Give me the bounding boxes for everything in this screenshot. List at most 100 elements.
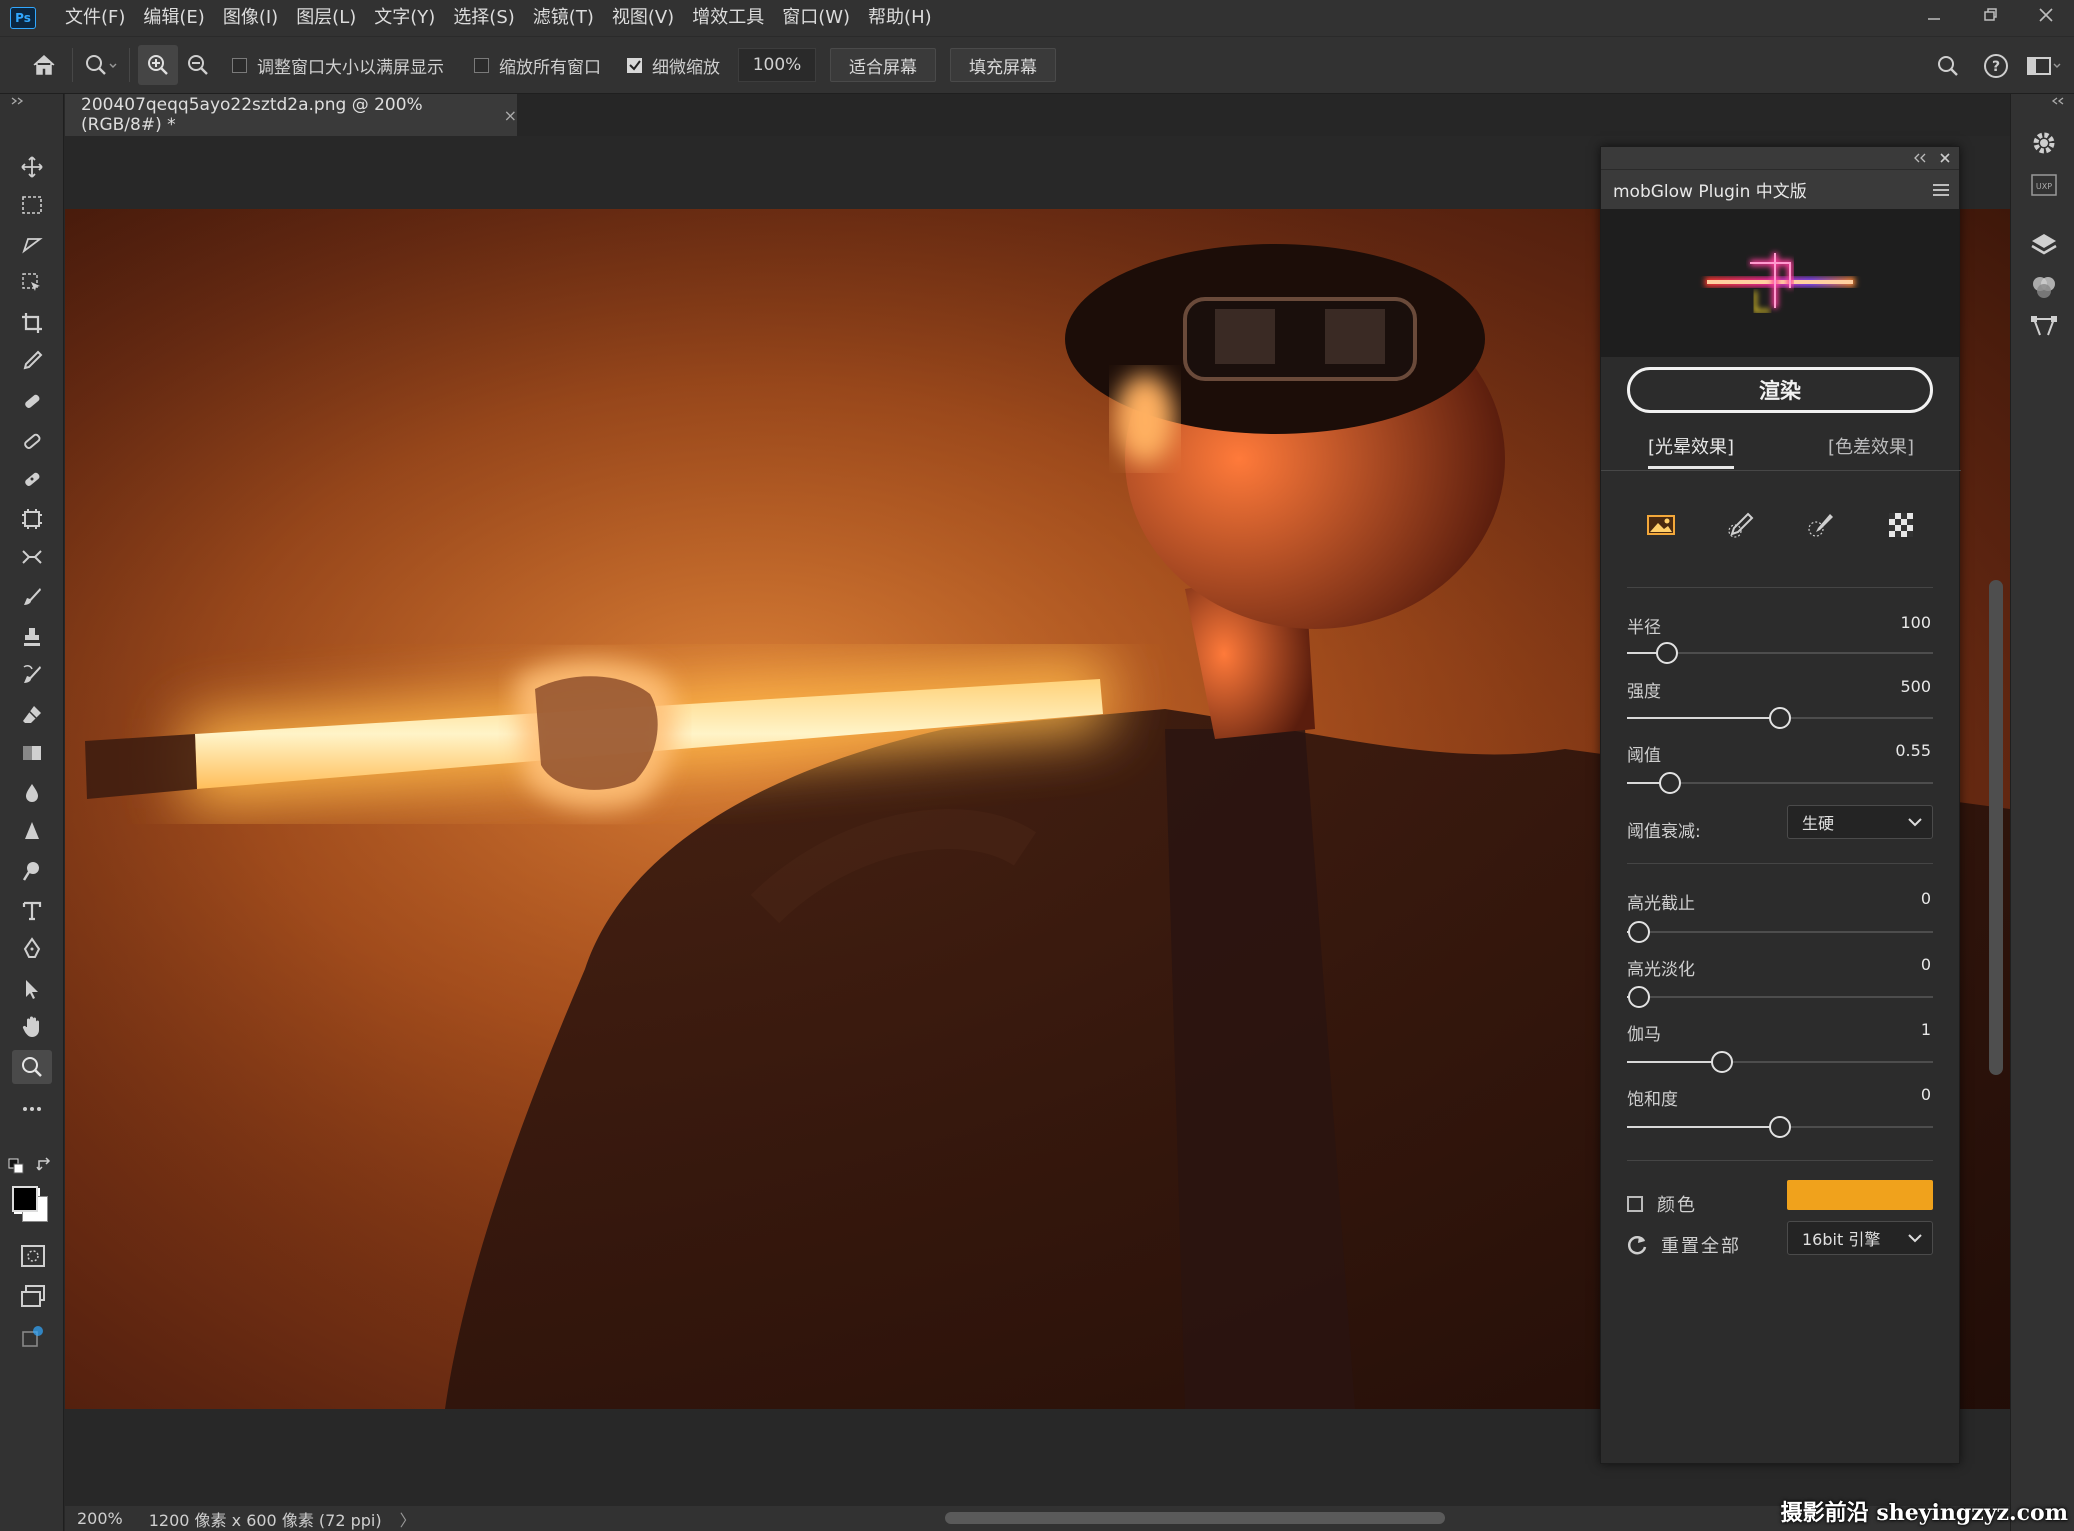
tool-blur[interactable] bbox=[12, 776, 52, 810]
resize-windows-option[interactable]: 调整窗口大小以满屏显示 bbox=[232, 53, 444, 78]
vertical-scrollbar[interactable] bbox=[1989, 580, 2003, 1075]
collapse-dock-icon[interactable] bbox=[2049, 96, 2065, 106]
fit-screen-button[interactable]: 适合屏幕 bbox=[830, 48, 936, 82]
tool-content-aware[interactable] bbox=[12, 502, 52, 536]
search-button[interactable] bbox=[1928, 46, 1968, 86]
tool-type[interactable] bbox=[12, 894, 52, 928]
default-colors-icon[interactable] bbox=[8, 1158, 24, 1174]
mode-image-button[interactable] bbox=[1641, 505, 1681, 545]
tool-red-eye[interactable] bbox=[12, 540, 52, 574]
tool-sharpen[interactable] bbox=[12, 814, 52, 848]
tool-marquee[interactable] bbox=[12, 188, 52, 222]
panel-menu-icon[interactable] bbox=[1933, 183, 1949, 196]
menu-file[interactable]: 文件(F) bbox=[56, 0, 134, 36]
tab-chromatic-effect[interactable]: [色差效果] bbox=[1781, 431, 1961, 470]
mode-select-brush-button[interactable] bbox=[1801, 505, 1841, 545]
foreground-color-swatch[interactable] bbox=[12, 1186, 38, 1212]
color-checkbox[interactable] bbox=[1627, 1196, 1643, 1212]
channels-button[interactable] bbox=[2029, 272, 2059, 302]
highlight-fade-slider[interactable] bbox=[1627, 985, 1933, 1009]
scrubby-zoom-checkbox[interactable] bbox=[627, 57, 642, 73]
horizontal-scrollbar[interactable] bbox=[945, 1512, 1445, 1524]
slider-thumb[interactable] bbox=[1628, 986, 1651, 1008]
intensity-value[interactable]: 500 bbox=[1900, 677, 1931, 696]
tool-gradient[interactable] bbox=[12, 736, 52, 770]
screen-mode-icon[interactable] bbox=[20, 1284, 46, 1308]
threshold-falloff-select[interactable]: 生硬 bbox=[1787, 805, 1933, 839]
zoom-out-button[interactable] bbox=[178, 45, 218, 85]
tool-zoom[interactable] bbox=[12, 1050, 52, 1084]
saturation-value[interactable]: 0 bbox=[1921, 1085, 1931, 1104]
slider-thumb[interactable] bbox=[1710, 1051, 1733, 1073]
document-tab[interactable]: 200407qeqq5ayo22sztd2a.png @ 200%(RGB/8#… bbox=[65, 94, 517, 136]
threshold-slider[interactable] bbox=[1627, 771, 1933, 795]
menu-select[interactable]: 选择(S) bbox=[444, 0, 523, 36]
fill-screen-button[interactable]: 填充屏幕 bbox=[950, 48, 1056, 82]
engine-select[interactable]: 16bit 引擎 bbox=[1787, 1221, 1933, 1255]
menu-filter[interactable]: 滤镜(T) bbox=[524, 0, 603, 36]
color-option[interactable]: 颜色 bbox=[1627, 1191, 1697, 1217]
radius-value[interactable]: 100 bbox=[1900, 613, 1931, 632]
tool-dodge[interactable] bbox=[12, 854, 52, 888]
home-button[interactable] bbox=[24, 45, 64, 85]
tool-patch[interactable] bbox=[12, 462, 52, 496]
tool-hand[interactable] bbox=[12, 1010, 52, 1044]
tool-pen[interactable] bbox=[12, 932, 52, 966]
properties-button[interactable] bbox=[2029, 128, 2059, 158]
tool-brush[interactable] bbox=[12, 580, 52, 614]
tool-stamp[interactable] bbox=[12, 620, 52, 654]
menu-edit[interactable]: 编辑(E) bbox=[134, 0, 213, 36]
menu-view[interactable]: 视图(V) bbox=[603, 0, 683, 36]
tool-eyedropper[interactable] bbox=[12, 344, 52, 378]
status-arrow[interactable]: 〉 bbox=[400, 1507, 416, 1531]
tab-glow-effect[interactable]: [光晕效果] bbox=[1601, 431, 1781, 470]
tool-crop[interactable] bbox=[12, 306, 52, 340]
threshold-value[interactable]: 0.55 bbox=[1895, 741, 1931, 760]
slider-thumb[interactable] bbox=[1655, 642, 1678, 664]
gamma-slider[interactable] bbox=[1627, 1050, 1933, 1074]
slider-thumb[interactable] bbox=[1628, 921, 1651, 943]
scrubby-zoom-option[interactable]: 细微缩放 bbox=[627, 53, 720, 78]
minimize-button[interactable] bbox=[1906, 0, 1962, 30]
close-tab-icon[interactable]: × bbox=[504, 106, 517, 125]
help-button[interactable]: ? bbox=[1976, 46, 2016, 86]
highlight-cutoff-slider[interactable] bbox=[1627, 920, 1933, 944]
expand-toolbar-icon[interactable] bbox=[10, 96, 26, 106]
collapse-panel-icon[interactable] bbox=[1913, 153, 1927, 163]
menu-help[interactable]: 帮助(H) bbox=[859, 0, 941, 36]
highlight-cutoff-value[interactable]: 0 bbox=[1921, 889, 1931, 908]
tool-move[interactable] bbox=[12, 150, 52, 184]
share-icon[interactable] bbox=[20, 1324, 46, 1350]
menu-window[interactable]: 窗口(W) bbox=[773, 0, 859, 36]
gamma-value[interactable]: 1 bbox=[1921, 1020, 1931, 1039]
intensity-slider[interactable] bbox=[1627, 706, 1933, 730]
highlight-fade-value[interactable]: 0 bbox=[1921, 955, 1931, 974]
mode-brush-button[interactable] bbox=[1721, 505, 1761, 545]
zoom-all-option[interactable]: 缩放所有窗口 bbox=[474, 53, 601, 78]
render-button[interactable]: 渲染 bbox=[1627, 367, 1933, 413]
glow-color-swatch[interactable] bbox=[1787, 1180, 1933, 1210]
layers-button[interactable] bbox=[2029, 230, 2059, 260]
radius-slider[interactable] bbox=[1627, 641, 1933, 665]
status-zoom[interactable]: 200% bbox=[77, 1509, 123, 1528]
reset-all-button[interactable]: 重置全部 bbox=[1625, 1232, 1741, 1258]
tool-history-brush[interactable] bbox=[12, 658, 52, 692]
zoom-percent-field[interactable]: 100% bbox=[738, 48, 816, 82]
slider-thumb[interactable] bbox=[1769, 1116, 1791, 1138]
slider-thumb[interactable] bbox=[1769, 707, 1791, 729]
menu-type[interactable]: 文字(Y) bbox=[365, 0, 444, 36]
uxp-plugin-button[interactable]: UXP bbox=[2029, 170, 2059, 200]
workspace-button[interactable] bbox=[2024, 46, 2064, 86]
zoom-tool-preset[interactable] bbox=[81, 45, 121, 85]
tool-path-select[interactable] bbox=[12, 972, 52, 1006]
resize-windows-checkbox[interactable] bbox=[232, 57, 247, 73]
menu-plugins[interactable]: 增效工具 bbox=[683, 0, 773, 36]
tool-lasso[interactable] bbox=[12, 228, 52, 262]
zoom-all-checkbox[interactable] bbox=[474, 57, 489, 73]
close-panel-icon[interactable] bbox=[1939, 152, 1951, 164]
zoom-in-button[interactable] bbox=[138, 45, 178, 85]
menu-image[interactable]: 图像(I) bbox=[214, 0, 287, 36]
close-window-button[interactable] bbox=[2018, 0, 2074, 30]
mode-transparency-button[interactable] bbox=[1881, 505, 1921, 545]
swap-colors-icon[interactable] bbox=[36, 1156, 54, 1174]
